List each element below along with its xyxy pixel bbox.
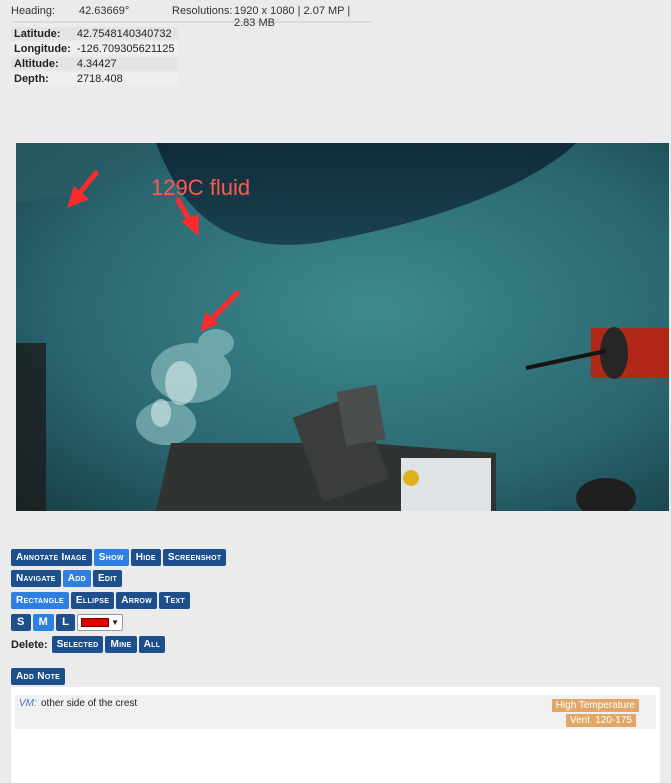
list-item: VM: other side of the crest High Tempera… xyxy=(15,695,656,729)
hide-button[interactable]: Hide xyxy=(130,549,161,566)
mode-toolbar-row: Navigate Add Edit xyxy=(11,570,123,587)
resolutions-label: Resolutions: xyxy=(172,5,233,17)
edit-button[interactable]: Edit xyxy=(92,570,123,587)
add-button[interactable]: Add xyxy=(62,570,91,587)
image-metadata-header: Heading: 42.63669° Resolutions: 1920 x 1… xyxy=(11,5,373,29)
latitude-row: Latitude: 42.7548140340732 xyxy=(11,27,178,40)
notes-panel: VM: other side of the crest High Tempera… xyxy=(11,687,660,783)
altitude-value: 4.34427 xyxy=(76,57,117,70)
delete-row: Delete: Selected Mine All xyxy=(11,636,166,653)
rectangle-button[interactable]: Rectangle xyxy=(11,592,69,609)
shape-toolbar-row: Rectangle Ellipse Arrow Text xyxy=(11,592,191,609)
delete-all-button[interactable]: All xyxy=(138,636,166,653)
altitude-label: Altitude: xyxy=(14,57,59,70)
tag-badge[interactable]: High Temperature xyxy=(551,699,639,712)
longitude-value: -126.709305621125 xyxy=(76,42,175,55)
ellipse-button[interactable]: Ellipse xyxy=(70,592,115,609)
chevron-down-icon: ▼ xyxy=(111,618,120,627)
heading-label: Heading: xyxy=(11,5,56,17)
depth-row: Depth: 2718.408 xyxy=(11,72,178,85)
position-table: Latitude: 42.7548140340732 Longitude: -1… xyxy=(11,25,178,87)
heading-value: 42.63669° xyxy=(79,5,130,17)
arrow-button[interactable]: Arrow xyxy=(116,592,158,609)
longitude-label: Longitude: xyxy=(14,42,71,55)
latitude-label: Latitude: xyxy=(14,27,61,40)
depth-value: 2718.408 xyxy=(76,72,123,85)
size-large-button[interactable]: L xyxy=(56,614,76,631)
add-note-button[interactable]: Add Note xyxy=(11,668,66,685)
size-color-row: S M L ▼ xyxy=(11,614,124,631)
seafloor-photo[interactable]: 129C fluid xyxy=(16,143,669,511)
annotate-toolbar-row: Annotate Image Show Hide Screenshot xyxy=(11,549,227,566)
size-medium-button[interactable]: M xyxy=(32,614,55,631)
altitude-row: Altitude: 4.34427 xyxy=(11,57,178,70)
navigate-button[interactable]: Navigate xyxy=(11,570,61,587)
latitude-value: 42.7548140340732 xyxy=(76,27,172,40)
annotate-image-button[interactable]: Annotate Image xyxy=(11,549,92,566)
tag-badge[interactable]: 120-175 xyxy=(591,714,636,727)
text-button[interactable]: Text xyxy=(159,592,191,609)
annotation-label[interactable]: 129C fluid xyxy=(151,175,250,200)
note-author[interactable]: VM: xyxy=(19,698,37,709)
delete-label: Delete: xyxy=(11,638,48,651)
notes-toolbar: Add Note xyxy=(11,668,66,685)
seafloor-photo-canvas: 129C fluid xyxy=(16,143,669,511)
longitude-row: Longitude: -126.709305621125 xyxy=(11,42,178,55)
delete-selected-button[interactable]: Selected xyxy=(51,636,104,653)
show-button[interactable]: Show xyxy=(93,549,129,566)
tag-badge[interactable]: Vent xyxy=(565,714,594,727)
color-swatch xyxy=(81,618,110,627)
note-text: other side of the crest xyxy=(41,698,138,709)
color-select[interactable]: ▼ xyxy=(77,614,124,631)
resolutions-value: 1920 x 1080 | 2.07 MP | 2.83 MB xyxy=(234,5,351,29)
screenshot-button[interactable]: Screenshot xyxy=(162,549,227,566)
depth-label: Depth: xyxy=(14,72,49,85)
size-small-button[interactable]: S xyxy=(11,614,31,631)
delete-mine-button[interactable]: Mine xyxy=(105,636,137,653)
